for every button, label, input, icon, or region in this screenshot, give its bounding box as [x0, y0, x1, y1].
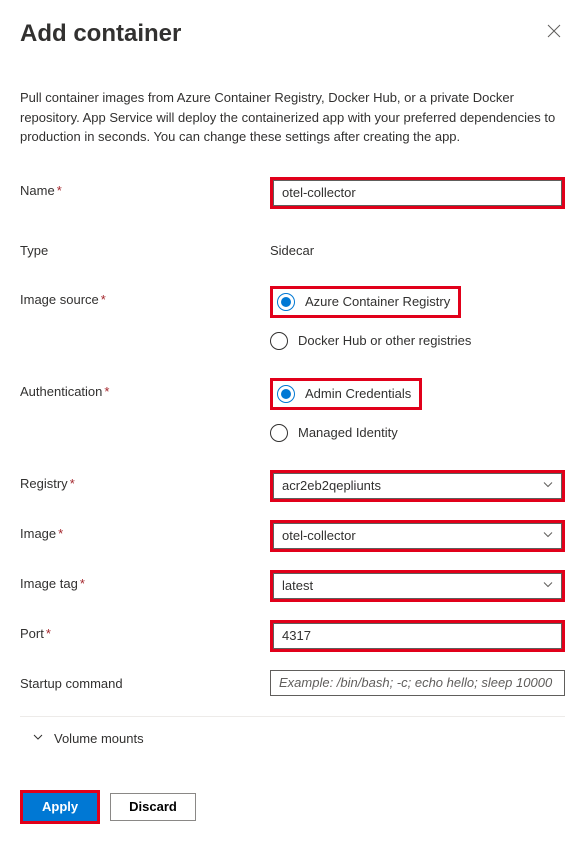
radio-label: Azure Container Registry [305, 294, 450, 309]
row-registry: Registry* acr2eb2qepliunts [20, 470, 565, 502]
radio-label: Admin Credentials [305, 386, 411, 401]
radio-azure-container-registry[interactable]: Azure Container Registry [277, 293, 450, 311]
port-input[interactable] [273, 623, 562, 649]
registry-select[interactable]: acr2eb2qepliunts [273, 473, 562, 499]
radio-icon [277, 293, 295, 311]
type-value: Sidecar [270, 237, 565, 258]
required-indicator: * [101, 292, 106, 307]
highlight-image-tag: latest [270, 570, 565, 602]
radio-docker-hub[interactable]: Docker Hub or other registries [270, 332, 565, 350]
label-type: Type [20, 237, 270, 258]
radio-icon [270, 424, 288, 442]
row-port: Port* [20, 620, 565, 652]
label-port: Port* [20, 620, 270, 641]
label-image: Image* [20, 520, 270, 541]
label-startup-command: Startup command [20, 670, 270, 691]
radio-label: Docker Hub or other registries [298, 333, 471, 348]
name-input[interactable] [273, 180, 562, 206]
discard-button[interactable]: Discard [110, 793, 196, 821]
row-authentication: Authentication* Admin Credentials Manage… [20, 378, 565, 442]
label-image-source: Image source* [20, 286, 270, 307]
required-indicator: * [46, 626, 51, 641]
volume-mounts-expander[interactable]: Volume mounts [32, 731, 565, 746]
label-registry: Registry* [20, 470, 270, 491]
image-select[interactable]: otel-collector [273, 523, 562, 549]
highlight-apply: Apply [20, 790, 100, 824]
close-icon [547, 26, 561, 41]
label-image-tag: Image tag* [20, 570, 270, 591]
expander-label: Volume mounts [54, 731, 144, 746]
highlight-name [270, 177, 565, 209]
row-image: Image* otel-collector [20, 520, 565, 552]
close-button[interactable] [543, 20, 565, 45]
required-indicator: * [104, 384, 109, 399]
label-name: Name* [20, 177, 270, 198]
image-source-radio-group: Azure Container Registry Docker Hub or o… [270, 286, 565, 350]
highlight-image: otel-collector [270, 520, 565, 552]
highlight-port [270, 620, 565, 652]
page-title: Add container [20, 20, 181, 48]
required-indicator: * [80, 576, 85, 591]
radio-icon [270, 332, 288, 350]
row-image-source: Image source* Azure Container Registry D… [20, 286, 565, 350]
required-indicator: * [58, 526, 63, 541]
row-type: Type Sidecar [20, 237, 565, 258]
row-name: Name* [20, 177, 565, 209]
startup-command-input[interactable] [270, 670, 565, 696]
required-indicator: * [57, 183, 62, 198]
radio-admin-credentials[interactable]: Admin Credentials [277, 385, 411, 403]
highlight-auth-admin: Admin Credentials [270, 378, 422, 410]
apply-button[interactable]: Apply [23, 793, 97, 821]
row-image-tag: Image tag* latest [20, 570, 565, 602]
chevron-down-icon [32, 731, 44, 746]
radio-managed-identity[interactable]: Managed Identity [270, 424, 565, 442]
image-tag-select[interactable]: latest [273, 573, 562, 599]
section-divider [20, 716, 565, 717]
label-authentication: Authentication* [20, 378, 270, 399]
radio-icon [277, 385, 295, 403]
highlight-registry: acr2eb2qepliunts [270, 470, 565, 502]
authentication-radio-group: Admin Credentials Managed Identity [270, 378, 565, 442]
radio-label: Managed Identity [298, 425, 398, 440]
panel-header: Add container [20, 20, 565, 48]
footer: Apply Discard [20, 790, 565, 824]
row-startup-command: Startup command [20, 670, 565, 696]
highlight-image-source-acr: Azure Container Registry [270, 286, 461, 318]
required-indicator: * [70, 476, 75, 491]
panel-description: Pull container images from Azure Contain… [20, 88, 565, 147]
